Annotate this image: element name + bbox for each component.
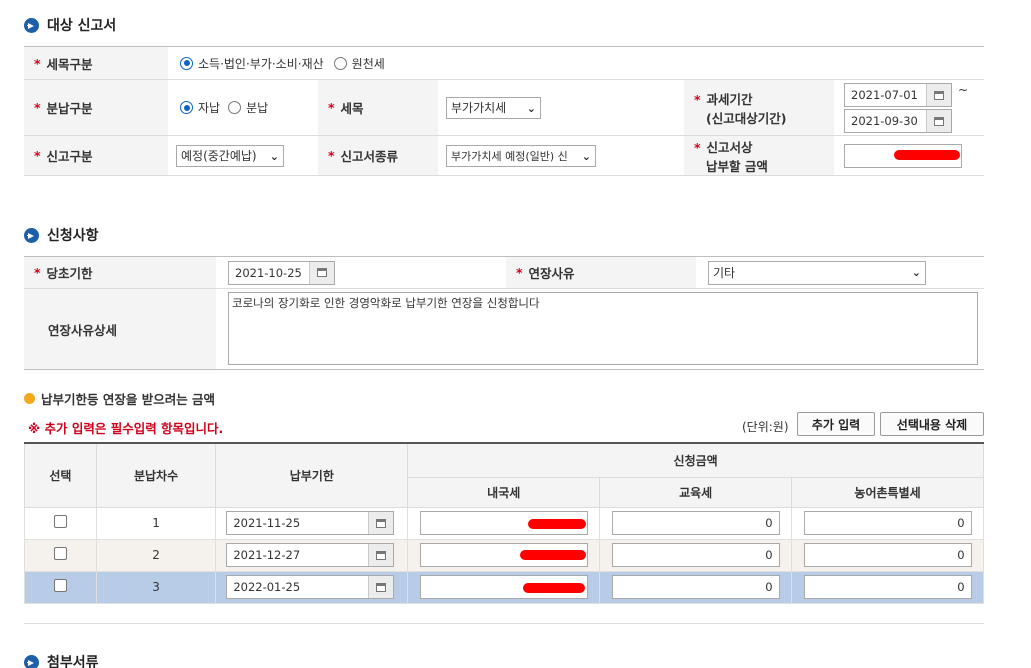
rural-tax-input[interactable]: 0 bbox=[803, 511, 972, 535]
unit-label: (단위:원) bbox=[742, 420, 789, 434]
row-seq: 3 bbox=[95, 570, 217, 604]
label-tax-category: * 세목구분 bbox=[24, 47, 168, 79]
label-payment-type: * 분납구분 bbox=[24, 80, 168, 135]
extension-reason-select[interactable]: 기타 ⌄ bbox=[708, 260, 926, 285]
education-tax-input[interactable]: 0 bbox=[611, 543, 780, 567]
radio-tax-category-withholding[interactable] bbox=[333, 56, 347, 70]
row-deadline: * 당초기한 2021-10-25 * 연장사유 기타 ⌄ bbox=[24, 257, 984, 289]
header-domestic: 내국세 bbox=[407, 476, 601, 508]
redaction-mark bbox=[520, 549, 587, 560]
add-input-button[interactable]: 추가 입력 bbox=[797, 412, 875, 436]
education-tax-input[interactable]: 0 bbox=[611, 511, 780, 535]
required-notice: ※ 추가 입력은 필수입력 항목입니다. bbox=[28, 421, 224, 436]
row-tax-category: * 세목구분 소득·법인·부가·소비·재산 원천세 bbox=[24, 47, 984, 80]
header-select: 선택 bbox=[24, 442, 97, 508]
label-original-deadline: * 당초기한 bbox=[24, 257, 216, 288]
label-tax-item: * 세목 bbox=[318, 80, 438, 135]
header-deadline: 납부기한 bbox=[215, 442, 409, 508]
table-row: 1 2021-11-25 0 0 bbox=[24, 506, 984, 540]
label-reason-detail: 연장사유상세 bbox=[24, 289, 216, 369]
radio-label-installment: 분납 bbox=[246, 101, 269, 115]
calendar-icon[interactable] bbox=[368, 544, 394, 566]
row-seq: 1 bbox=[95, 506, 217, 540]
date-range-separator: ~ bbox=[958, 83, 969, 97]
header-amount-group: 신청금액 bbox=[407, 442, 984, 478]
row-deadline-input[interactable]: 2022-01-25 bbox=[226, 575, 395, 599]
label-report-amount: * 신고서상 납부할 금액 bbox=[684, 136, 834, 175]
tax-item-select[interactable]: 부가가치세 ⌄ bbox=[446, 96, 541, 119]
header-rural: 농어촌특별세 bbox=[791, 476, 984, 508]
radio-self-payment[interactable] bbox=[180, 101, 193, 114]
calendar-icon[interactable] bbox=[926, 110, 951, 132]
report-type-select[interactable]: 예정(중간예납) ⌄ bbox=[176, 144, 284, 167]
section-title-attachments: 첨부서류 bbox=[24, 652, 99, 668]
tax-period-from-input[interactable]: 2021-07-01 bbox=[844, 83, 952, 107]
header-seq: 분납차수 bbox=[95, 442, 217, 508]
redaction-mark bbox=[894, 150, 960, 160]
reason-detail-textarea[interactable]: 코로나의 장기화로 인한 경영악화로 납부기한 연장을 신청합니다 bbox=[228, 292, 978, 365]
section-divider bbox=[24, 623, 984, 624]
report-kind-select[interactable]: 부가가치세 예정(일반) 신 ⌄ bbox=[446, 144, 596, 167]
row-checkbox[interactable] bbox=[53, 579, 67, 592]
rural-tax-input[interactable]: 0 bbox=[803, 575, 972, 599]
header-education: 교육세 bbox=[599, 476, 793, 508]
chevron-down-icon: ⌄ bbox=[269, 149, 279, 163]
row-payment-type: * 분납구분 자납 분납 * 세목 부가가치세 ⌄ * 과세기간 (신고대상기간) 20… bbox=[24, 80, 984, 136]
label-extension-reason: * 연장사유 bbox=[506, 257, 696, 288]
row-reason-detail: 연장사유상세 코로나의 장기화로 인한 경영악화로 납부기한 연장을 신청합니다 bbox=[24, 289, 984, 370]
label-report-type: * 신고구분 bbox=[24, 136, 168, 175]
chevron-down-icon: ⌄ bbox=[581, 149, 591, 163]
radio-tax-category-general[interactable] bbox=[180, 56, 193, 70]
education-tax-input[interactable]: 0 bbox=[611, 575, 780, 599]
label-report-kind: * 신고서종류 bbox=[318, 136, 438, 175]
radio-label-general: 소득·법인·부가·소비·재산 bbox=[198, 56, 324, 71]
chevron-down-icon: ⌄ bbox=[911, 265, 921, 279]
calendar-icon[interactable] bbox=[309, 261, 334, 284]
calendar-icon[interactable] bbox=[368, 576, 394, 598]
row-report-type: * 신고구분 예정(중간예납) ⌄ * 신고서종류 부가가치세 예정(일반) 신 ⌄ *… bbox=[24, 136, 984, 176]
label-tax-period: * 과세기간 (신고대상기간) bbox=[684, 80, 834, 135]
tax-period-to-input[interactable]: 2021-09-30 bbox=[844, 109, 952, 133]
table-row: 3 2022-01-25 0 0 bbox=[24, 570, 984, 604]
bullet-icon bbox=[24, 393, 35, 404]
rural-tax-input[interactable]: 0 bbox=[803, 543, 972, 567]
row-seq: 2 bbox=[95, 538, 217, 572]
radio-label-self-payment: 자납 bbox=[198, 101, 221, 115]
row-deadline-input[interactable]: 2021-11-25 bbox=[226, 511, 395, 535]
arrow-circle-icon bbox=[24, 654, 39, 668]
chevron-down-icon: ⌄ bbox=[526, 101, 536, 115]
redaction-mark bbox=[528, 518, 587, 529]
calendar-icon[interactable] bbox=[368, 512, 394, 534]
radio-label-withholding: 원천세 bbox=[351, 56, 385, 71]
radio-installment[interactable] bbox=[228, 101, 242, 114]
subsection-title: 납부기한등 연장을 받으려는 금액 bbox=[24, 389, 215, 408]
row-checkbox[interactable] bbox=[53, 547, 67, 560]
row-checkbox[interactable] bbox=[53, 515, 67, 528]
original-deadline-input[interactable]: 2021-10-25 bbox=[228, 260, 335, 285]
redaction-mark bbox=[523, 582, 586, 593]
section-title-application: 신청사항 bbox=[24, 225, 99, 245]
row-deadline-input[interactable]: 2021-12-27 bbox=[226, 543, 395, 567]
arrow-circle-icon bbox=[24, 227, 39, 243]
delete-selected-button[interactable]: 선택내용 삭제 bbox=[880, 412, 984, 436]
table-row: 2 2021-12-27 0 0 bbox=[24, 538, 984, 572]
section-title-target-report: 대상 신고서 bbox=[24, 15, 116, 35]
installment-table: 선택 분납차수 납부기한 신청금액 내국세 교육세 농어촌특별세 1 2021-… bbox=[24, 442, 984, 604]
calendar-icon[interactable] bbox=[926, 84, 951, 106]
arrow-circle-icon bbox=[24, 17, 39, 33]
